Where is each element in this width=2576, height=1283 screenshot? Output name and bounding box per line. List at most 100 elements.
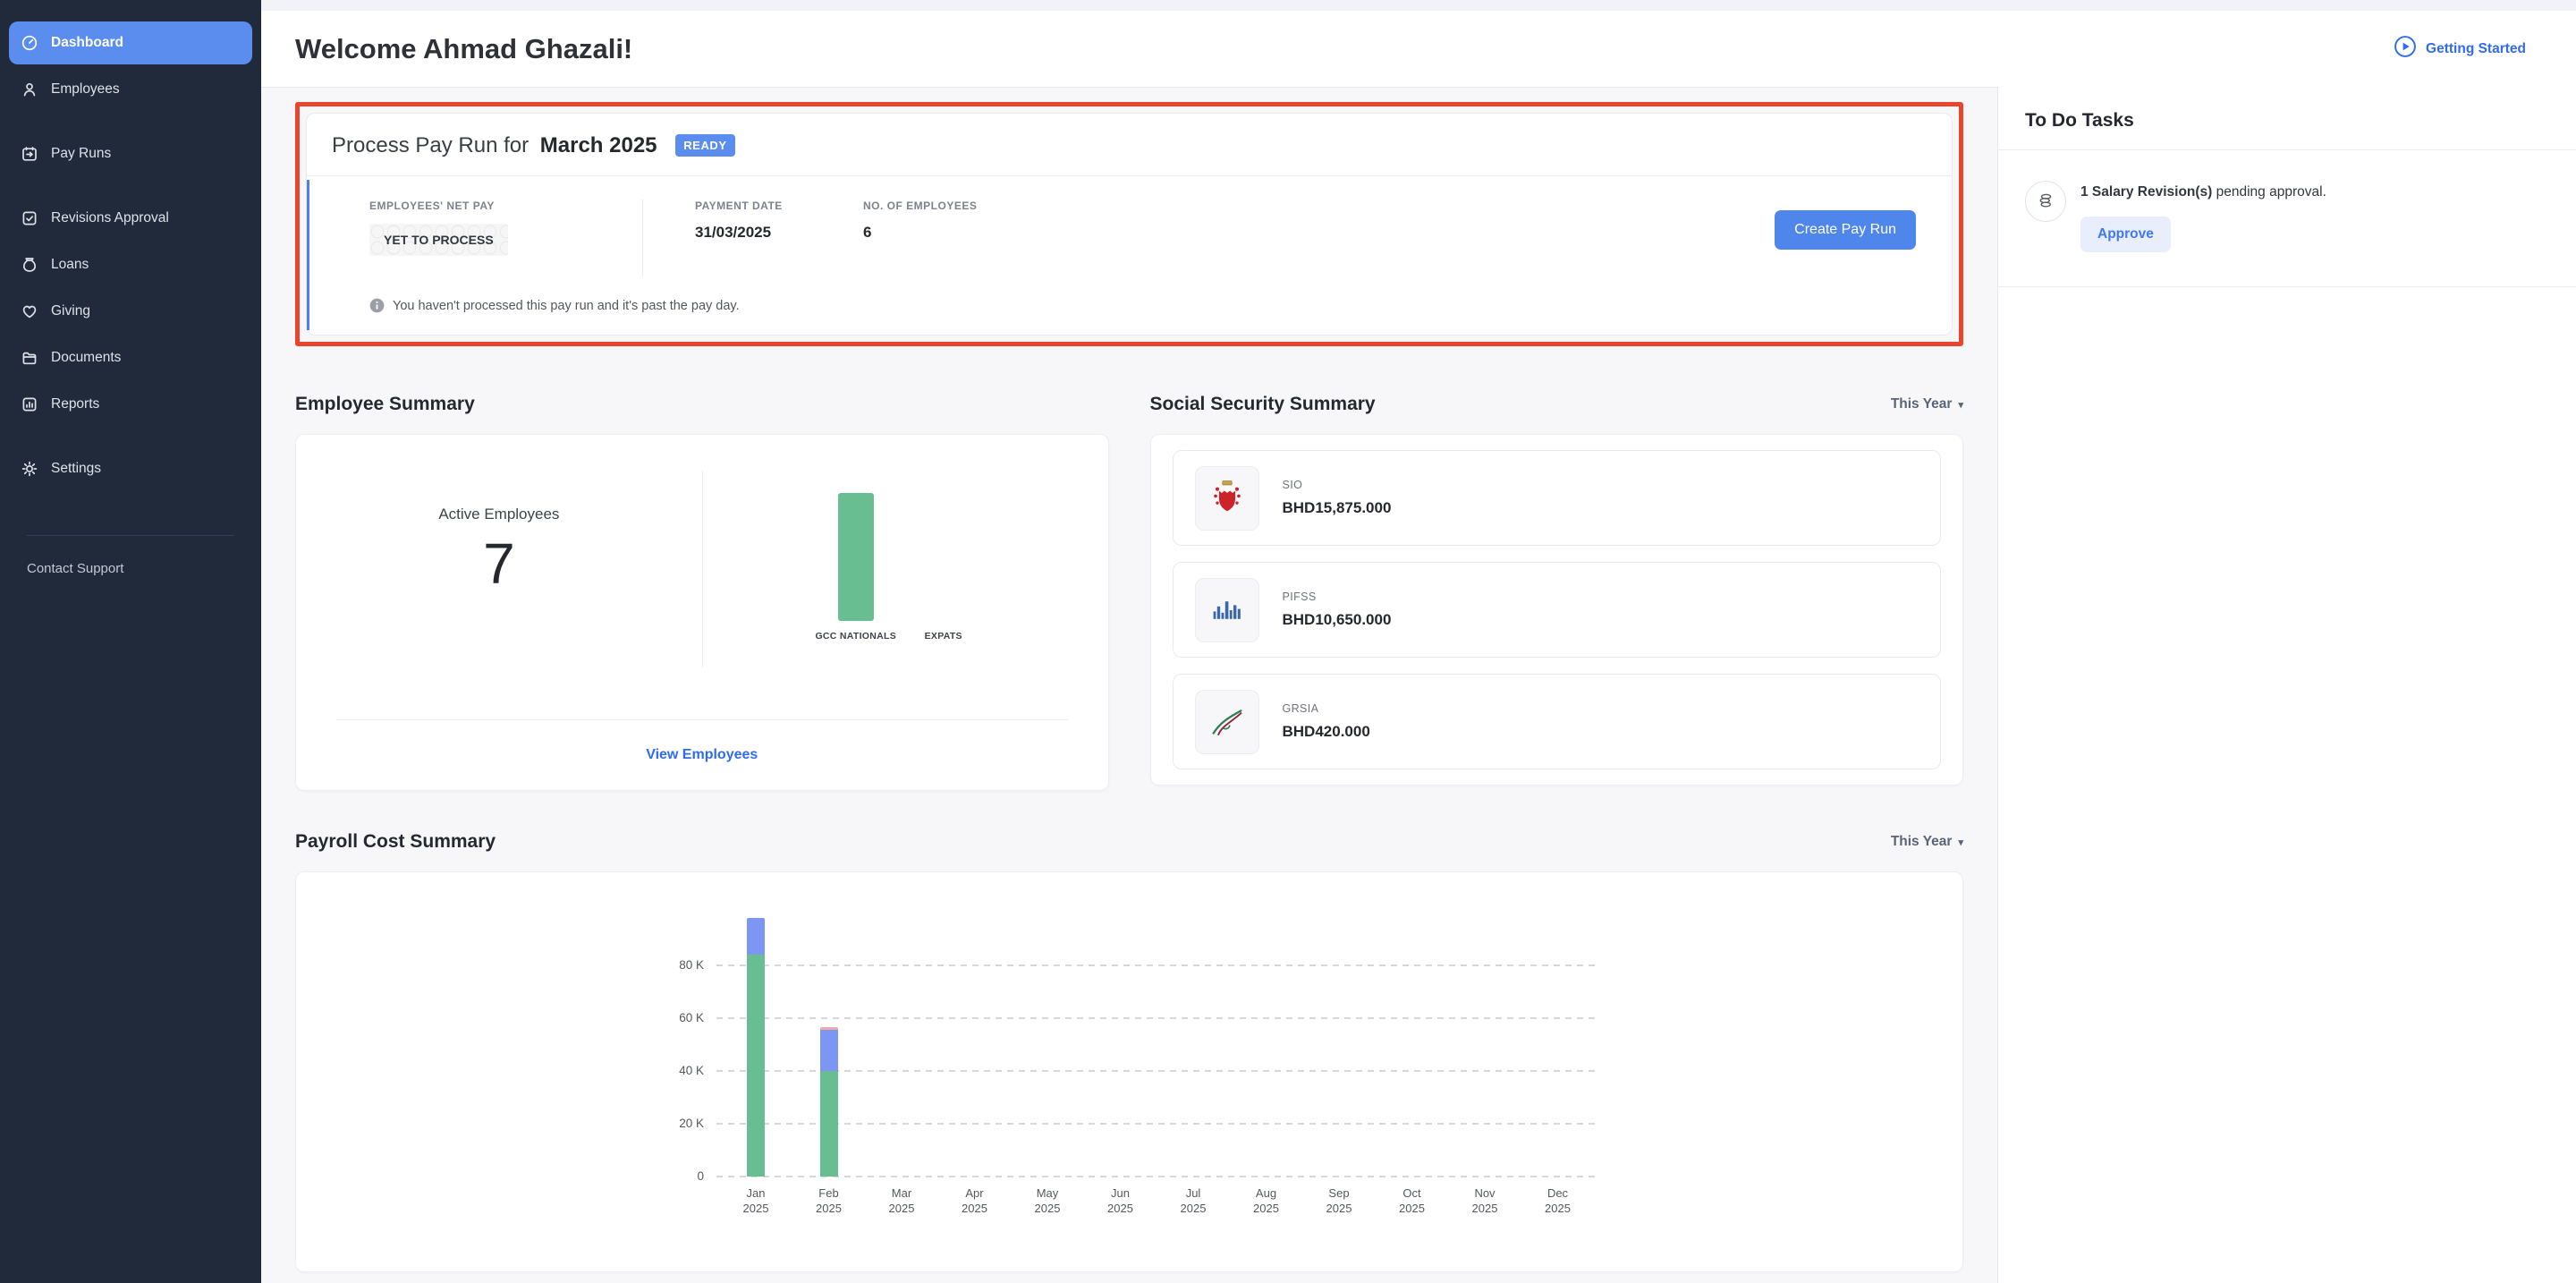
contact-support-link[interactable]: Contact Support xyxy=(27,561,261,576)
x-axis-label-jun-2025: Jun2025 xyxy=(1089,1185,1152,1216)
sidebar-item-label: Pay Runs xyxy=(51,146,111,162)
create-pay-run-button[interactable]: Create Pay Run xyxy=(1775,210,1916,250)
employee-nationality-chart: GCC NATIONALSEXPATS xyxy=(702,435,1108,719)
social-security-row-pifss: PIFSSBHD10,650.000 xyxy=(1173,562,1942,658)
todo-task-item: 1 Salary Revision(s) pending approval. A… xyxy=(1998,150,2576,252)
pay-runs-icon xyxy=(21,145,38,163)
sidebar-item-settings[interactable]: Settings xyxy=(9,447,252,490)
main-content: Process Pay Run for March 2025 READY EMP… xyxy=(261,87,1997,1283)
x-axis-label-jul-2025: Jul2025 xyxy=(1162,1185,1224,1216)
social-security-section: Social Security Summary This Year ▾ SIO B… xyxy=(1150,391,1964,791)
social-security-value: BHD10,650.000 xyxy=(1283,611,1392,629)
social-security-card: SIOBHD15,875.000PIFSSBHD10,650.000GRSIAB… xyxy=(1150,434,1964,786)
sidebar-item-giving[interactable]: Giving xyxy=(9,290,252,333)
page-header: Welcome Ahmad Ghazali! Getting Started xyxy=(261,11,2576,87)
sidebar-item-label: Reports xyxy=(51,396,99,412)
view-employees-link[interactable]: View Employees xyxy=(296,720,1108,790)
sio-logo xyxy=(1195,466,1259,531)
coins-icon xyxy=(2025,181,2066,222)
sidebar-item-reports[interactable]: Reports xyxy=(9,383,252,426)
x-axis-label-apr-2025: Apr2025 xyxy=(944,1185,1006,1216)
todo-task-text: 1 Salary Revision(s) pending approval. xyxy=(2080,184,2326,200)
bar-jan-2025-green xyxy=(747,955,765,1177)
x-axis-label-may-2025: May2025 xyxy=(1016,1185,1079,1216)
bar-feb-2025-green xyxy=(820,1071,838,1177)
todo-task-rest: pending approval. xyxy=(2212,184,2326,200)
sidebar-item-revisions-approval[interactable]: Revisions Approval xyxy=(9,197,252,240)
payroll-cost-title: Payroll Cost Summary xyxy=(295,831,496,853)
sidebar-item-documents[interactable]: Documents xyxy=(9,336,252,379)
sidebar-item-label: Loans xyxy=(51,257,89,273)
x-axis-label-oct-2025: Oct2025 xyxy=(1381,1185,1444,1216)
right-column: Welcome Ahmad Ghazali! Getting Started P… xyxy=(261,0,2576,1283)
sidebar-nav: Dashboard Employees Pay Runs Revisions Appr… xyxy=(0,21,261,494)
bar-feb-2025-blue xyxy=(820,1030,838,1071)
y-axis-tick: 0 xyxy=(618,1169,704,1183)
x-axis-label-dec-2025: Dec2025 xyxy=(1527,1185,1589,1216)
top-strip xyxy=(261,0,2576,11)
field-label: EMPLOYEES' NET PAY xyxy=(369,200,642,212)
filter-label: This Year xyxy=(1891,834,1953,850)
pay-run-body: EMPLOYEES' NET PAYYET TO PROCESS PAYMENT … xyxy=(307,176,1952,276)
pay-run-note: You haven't processed this pay run and i… xyxy=(307,276,1952,335)
page-title: Welcome Ahmad Ghazali! xyxy=(295,33,632,65)
bar-label-expats: EXPATS xyxy=(899,631,988,642)
sidebar-item-label: Giving xyxy=(51,303,90,319)
todo-panel: To Do Tasks 1 Salary Revision(s) pending… xyxy=(1997,87,2576,1283)
todo-task-count: 1 Salary Revision(s) xyxy=(2080,184,2212,200)
grsia-logo xyxy=(1195,690,1259,754)
x-axis-label-nov-2025: Nov2025 xyxy=(1453,1185,1516,1216)
payroll-cost-section: Payroll Cost Summary This Year ▾ 0 20 K 40… xyxy=(295,828,1963,1272)
app-root: Dashboard Employees Pay Runs Revisions Appr… xyxy=(0,0,2576,1283)
x-axis-label-jan-2025: Jan2025 xyxy=(724,1185,787,1216)
reports-icon xyxy=(21,395,38,413)
social-security-filter-dropdown[interactable]: This Year ▾ xyxy=(1891,396,1963,412)
field-value: 31/03/2025 xyxy=(695,224,863,242)
social-security-label: GRSIA xyxy=(1283,702,1370,715)
employee-summary-card: Active Employees 7 GCC NATIONALSEXPATS V… xyxy=(295,434,1109,791)
sidebar-item-pay-runs[interactable]: Pay Runs xyxy=(9,132,252,175)
y-axis-tick: 80 K xyxy=(618,958,704,972)
employee-summary-body: Active Employees 7 GCC NATIONALSEXPATS xyxy=(296,435,1108,719)
y-axis-tick: 20 K xyxy=(618,1117,704,1130)
sidebar-item-employees[interactable]: Employees xyxy=(9,68,252,111)
sidebar-item-loans[interactable]: Loans xyxy=(9,243,252,286)
payroll-cost-chart: 020 K40 K60 K80 KJan2025Feb2025Mar2025Ap… xyxy=(295,871,1963,1272)
social-security-value: BHD15,875.000 xyxy=(1283,499,1392,517)
y-axis-tick: 40 K xyxy=(618,1064,704,1077)
getting-started-link[interactable]: Getting Started xyxy=(2394,35,2526,63)
sidebar-item-dashboard[interactable]: Dashboard xyxy=(9,21,252,64)
social-security-label: SIO xyxy=(1283,479,1392,491)
bar-gcc-nationals xyxy=(838,493,874,621)
social-security-row-grsia: GRSIABHD420.000 xyxy=(1173,674,1942,769)
pay-run-note-text: You haven't processed this pay run and i… xyxy=(393,299,740,313)
bar-label-gcc-nationals: GCC NATIONALS xyxy=(811,631,901,642)
approve-button[interactable]: Approve xyxy=(2080,217,2171,252)
field-label: NO. OF EMPLOYEES xyxy=(863,200,977,212)
active-employees-count: 7 xyxy=(483,531,515,597)
chevron-down-icon: ▾ xyxy=(1958,399,1963,411)
x-axis-label-aug-2025: Aug2025 xyxy=(1235,1185,1298,1216)
field-value: 6 xyxy=(863,224,977,242)
employee-summary-section: Employee Summary Active Employees 7 GCC … xyxy=(295,391,1109,791)
gridline xyxy=(716,1017,1596,1019)
gridline xyxy=(716,1176,1596,1177)
pay-run-title-prefix: Process Pay Run for xyxy=(332,133,529,157)
giving-icon xyxy=(21,302,38,320)
play-circle-icon xyxy=(2394,35,2417,63)
x-axis-label-sep-2025: Sep2025 xyxy=(1308,1185,1370,1216)
sidebar-item-label: Revisions Approval xyxy=(51,210,169,226)
sidebar-item-label: Dashboard xyxy=(51,35,123,51)
x-axis-label-feb-2025: Feb2025 xyxy=(798,1185,860,1216)
social-security-row-sio: SIO BHD15,875.000 xyxy=(1173,450,1942,546)
documents-icon xyxy=(21,349,38,367)
social-security-title: Social Security Summary xyxy=(1150,394,1376,415)
gridline xyxy=(716,1123,1596,1125)
payroll-cost-filter-dropdown[interactable]: This Year ▾ xyxy=(1891,834,1963,850)
getting-started-label: Getting Started xyxy=(2426,41,2526,57)
field-employees-net-pay: EMPLOYEES' NET PAYYET TO PROCESS xyxy=(369,200,642,256)
pay-run-card: Process Pay Run for March 2025 READY EMP… xyxy=(306,113,1953,336)
revisions-approval-icon xyxy=(21,209,38,227)
field-label: PAYMENT DATE xyxy=(695,200,863,212)
pifss-logo xyxy=(1195,578,1259,642)
